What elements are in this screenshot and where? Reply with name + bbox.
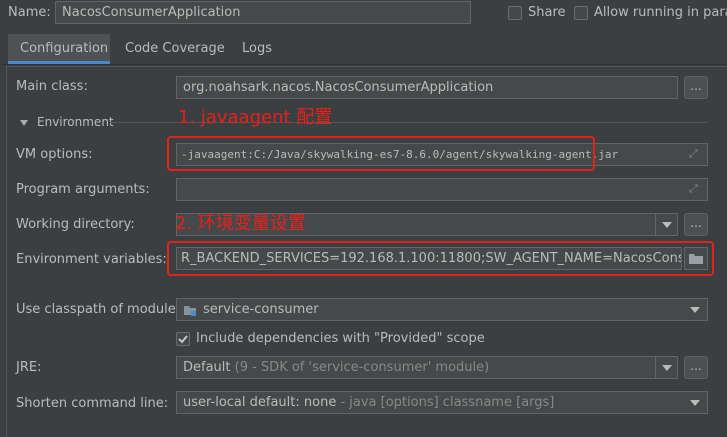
classpath-module-select[interactable]: service-consumer xyxy=(176,298,708,321)
include-dependencies-checkbox[interactable] xyxy=(176,332,190,346)
classpath-module-label: Use classpath of module: xyxy=(16,302,181,317)
triangle-down-icon[interactable] xyxy=(19,117,29,127)
jre-label: JRE: xyxy=(16,360,42,375)
jre-detail: (9 - SDK of 'service-consumer' module) xyxy=(230,360,490,375)
expand-icon[interactable]: ⤢ xyxy=(689,183,701,195)
shorten-command-line-select[interactable]: user-local default: none - java [options… xyxy=(176,391,708,414)
name-label: Name: xyxy=(8,5,51,20)
chevron-down-icon[interactable] xyxy=(687,299,703,320)
chevron-down-icon[interactable] xyxy=(655,213,677,236)
module-icon xyxy=(183,303,197,317)
vm-options-highlight xyxy=(167,136,595,171)
tab-logs[interactable]: Logs xyxy=(232,34,280,64)
jre-select[interactable]: Default (9 - SDK of 'service-consumer' m… xyxy=(176,356,678,379)
share-label: Share xyxy=(528,5,566,20)
shorten-command-line-label: Shorten command line: xyxy=(16,396,169,411)
working-directory-browse-button[interactable]: ... xyxy=(684,213,708,236)
name-input[interactable]: NacosConsumerApplication xyxy=(55,1,471,24)
annotation-env-vars: 2. 环境变量设置 xyxy=(175,213,306,234)
include-dependencies-label: Include dependencies with "Provided" sco… xyxy=(196,331,485,346)
tabs-divider xyxy=(0,64,727,65)
tab-label: Logs xyxy=(242,41,272,56)
tab-configuration[interactable]: Configuration xyxy=(8,34,110,64)
tab-label: Configuration xyxy=(20,41,109,56)
parallel-label: Allow running in paralle xyxy=(594,5,727,20)
jre-browse-button[interactable]: ... xyxy=(684,356,708,379)
vm-options-label: VM options: xyxy=(16,147,93,162)
env-vars-highlight xyxy=(167,241,714,276)
main-class-label: Main class: xyxy=(16,79,88,94)
main-class-input[interactable]: org.noahsark.nacos.NacosConsumerApplicat… xyxy=(176,76,678,99)
main-class-browse-button[interactable]: ... xyxy=(684,76,708,99)
classpath-module-value: service-consumer xyxy=(203,302,319,317)
environment-variables-label: Environment variables: xyxy=(16,252,167,267)
share-checkbox[interactable] xyxy=(508,6,522,20)
name-row: Name: NacosConsumerApplication Share All… xyxy=(0,0,727,26)
parallel-checkbox[interactable] xyxy=(574,6,588,20)
tab-label: Code Coverage xyxy=(125,41,225,56)
jre-value: Default xyxy=(183,360,231,375)
chevron-down-icon[interactable] xyxy=(687,392,703,413)
chevron-down-icon[interactable] xyxy=(655,356,677,379)
program-arguments-input[interactable]: ⤢ xyxy=(176,178,708,201)
expand-icon[interactable]: ⤢ xyxy=(689,148,701,160)
tab-code-coverage[interactable]: Code Coverage xyxy=(116,34,225,64)
program-arguments-label: Program arguments: xyxy=(16,182,150,197)
shorten-value: user-local default: none xyxy=(183,395,337,410)
environment-section-label: Environment xyxy=(37,115,114,129)
working-directory-label: Working directory: xyxy=(16,217,135,232)
annotation-javaagent: 1. javaagent 配置 xyxy=(178,107,333,128)
check-icon xyxy=(178,335,188,344)
shorten-detail: - java [options] classname [args] xyxy=(336,395,555,410)
